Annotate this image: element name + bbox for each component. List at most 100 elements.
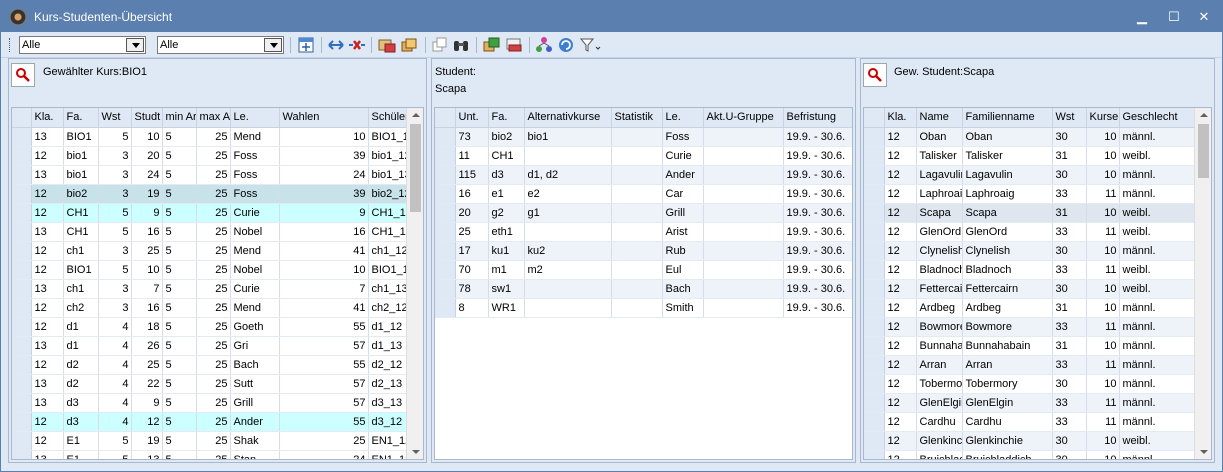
table-cell[interactable]: Bladnoch bbox=[962, 260, 1053, 280]
table-cell[interactable]: männl. bbox=[1119, 450, 1197, 459]
table-cell[interactable]: d3_13 bbox=[368, 393, 408, 413]
table-cell[interactable]: 11 bbox=[1086, 222, 1120, 242]
table-row[interactable]: 115 d3 d1, d2 Ander 19.9. - 30.6. bbox=[435, 165, 852, 185]
table-cell[interactable] bbox=[611, 184, 663, 204]
table-cell[interactable]: d1, d2 bbox=[524, 165, 612, 185]
table-cell[interactable]: Bowmore bbox=[916, 317, 963, 337]
table-cell[interactable]: 9 bbox=[131, 203, 163, 223]
table-cell[interactable]: 5 bbox=[162, 431, 197, 451]
table-cell[interactable]: d3 bbox=[63, 412, 99, 432]
table-cell[interactable]: Fettercairn bbox=[916, 279, 963, 299]
table-cell[interactable]: 12 bbox=[884, 165, 917, 185]
table-row[interactable]: 12GlenElginGlenElgin3311männl. bbox=[864, 393, 1197, 413]
table-cell[interactable]: 33 bbox=[1052, 222, 1087, 242]
table-cell[interactable]: Grill bbox=[662, 203, 704, 223]
table-cell[interactable]: 31 bbox=[1052, 203, 1087, 223]
table-cell[interactable]: 19 bbox=[131, 184, 163, 204]
table-cell[interactable]: Tobermory bbox=[916, 374, 963, 394]
table-cell[interactable]: CH1 bbox=[63, 222, 99, 242]
table-row[interactable]: 12 Bladnoch Bladnoch 33 11 weibl. bbox=[864, 260, 1197, 280]
table-cell[interactable] bbox=[611, 241, 663, 261]
table-cell[interactable]: Ardbeg bbox=[962, 298, 1053, 318]
table-cell[interactable]: 25 bbox=[196, 203, 231, 223]
table-cell[interactable]: 12 bbox=[884, 298, 917, 318]
table-cell[interactable]: sw1 bbox=[488, 279, 525, 299]
table-cell[interactable]: 78 bbox=[455, 279, 489, 299]
table-cell[interactable]: 39 bbox=[279, 184, 369, 204]
table-cell[interactable]: 10 bbox=[1086, 203, 1120, 223]
table-cell[interactable]: 13 bbox=[31, 222, 64, 242]
table-cell[interactable]: 5 bbox=[162, 184, 197, 204]
close-button[interactable]: ✕ bbox=[1190, 6, 1218, 28]
table-cell[interactable]: ch1_13_1 bbox=[368, 279, 408, 299]
table-cell[interactable]: 33 bbox=[1052, 355, 1087, 375]
table-cell[interactable]: 11 bbox=[455, 146, 489, 166]
vertical-scrollbar[interactable] bbox=[406, 108, 423, 459]
table-cell[interactable]: Gri bbox=[230, 336, 280, 356]
table-cell[interactable]: E1 bbox=[63, 431, 99, 451]
table-cell[interactable]: 19.9. - 30.6. bbox=[783, 241, 852, 261]
table-cell[interactable]: BIO1_13 bbox=[368, 127, 408, 147]
table-cell[interactable]: 25 bbox=[196, 374, 231, 394]
table-cell[interactable]: Bladnoch bbox=[916, 260, 963, 280]
row-selector[interactable] bbox=[12, 431, 32, 451]
table-cell[interactable]: 18 bbox=[131, 317, 163, 337]
table-cell[interactable]: CH1 bbox=[488, 146, 525, 166]
table-cell[interactable]: 13 bbox=[31, 374, 64, 394]
table-cell[interactable]: 4 bbox=[98, 412, 132, 432]
table-cell[interactable]: g1 bbox=[524, 203, 612, 223]
table-cell[interactable]: 25 bbox=[196, 298, 231, 318]
table-cell[interactable]: 57 bbox=[279, 393, 369, 413]
table-cell[interactable]: 4 bbox=[98, 317, 132, 337]
row-selector[interactable] bbox=[12, 241, 32, 261]
table-cell[interactable]: 10 bbox=[1086, 127, 1120, 147]
table-row[interactable]: 12BIO1510525Nobel10BIO1_12 bbox=[12, 260, 408, 280]
table-cell[interactable]: 12 bbox=[884, 317, 917, 337]
row-selector[interactable] bbox=[864, 222, 885, 242]
table-cell[interactable]: 3 bbox=[98, 184, 132, 204]
table-cell[interactable]: 13 bbox=[131, 450, 163, 459]
row-selector[interactable] bbox=[12, 336, 32, 356]
table-row[interactable]: 12 E1 5 19 5 25 Shak 25 EN1_12 bbox=[12, 431, 408, 451]
column-header[interactable]: Wst bbox=[98, 108, 132, 128]
table-cell[interactable] bbox=[611, 165, 663, 185]
table-cell[interactable]: 5 bbox=[162, 393, 197, 413]
row-selector-header[interactable] bbox=[435, 108, 456, 128]
table-cell[interactable]: Talisker bbox=[916, 146, 963, 166]
column-header[interactable]: Befristung bbox=[783, 108, 852, 128]
swap-icon[interactable] bbox=[327, 36, 345, 54]
chevron-down-icon[interactable] bbox=[264, 38, 282, 52]
table-cell[interactable]: 55 bbox=[279, 412, 369, 432]
table-cell[interactable]: CH1 bbox=[63, 203, 99, 223]
table-cell[interactable]: 26 bbox=[131, 336, 163, 356]
tree-icon[interactable] bbox=[535, 36, 553, 54]
table-cell[interactable]: 57 bbox=[279, 336, 369, 356]
table-cell[interactable]: Glenkinchie bbox=[962, 431, 1053, 451]
row-selector[interactable] bbox=[864, 241, 885, 261]
table-row[interactable]: 12 bio2 3 19 5 25 Foss 39 bio2_12 bbox=[12, 184, 408, 204]
table-cell[interactable]: ch1 bbox=[63, 279, 99, 299]
table-cell[interactable]: 12 bbox=[31, 355, 64, 375]
table-cell[interactable]: 55 bbox=[279, 317, 369, 337]
table-cell[interactable]: Foss bbox=[662, 127, 704, 147]
table-row[interactable]: 20 g2 g1 Grill 19.9. - 30.6. bbox=[435, 203, 852, 223]
table-cell[interactable]: 11 bbox=[1086, 355, 1120, 375]
table-cell[interactable]: Ander bbox=[230, 412, 280, 432]
row-selector[interactable] bbox=[864, 355, 885, 375]
table-cell[interactable]: 24 bbox=[279, 450, 369, 459]
column-header[interactable]: Statistik bbox=[611, 108, 663, 128]
table-row[interactable]: 12 d3 4 12 5 25 Ander 55 d3_12 bbox=[12, 412, 408, 432]
refresh-icon[interactable] bbox=[557, 36, 575, 54]
table-cell[interactable]: männl. bbox=[1119, 241, 1197, 261]
table-row[interactable]: 13 d1 4 26 5 25 Gri 57 d1_13 bbox=[12, 336, 408, 356]
table-cell[interactable]: Bunnahabain bbox=[962, 336, 1053, 356]
scroll-down-icon[interactable] bbox=[407, 445, 423, 459]
table-row[interactable]: 13bio1324525Foss24bio1_13_1 bbox=[12, 165, 408, 185]
column-header[interactable]: Wst bbox=[1052, 108, 1087, 128]
table-cell[interactable]: Cardhu bbox=[916, 412, 963, 432]
row-selector[interactable] bbox=[435, 165, 456, 185]
table-cell[interactable]: d1 bbox=[63, 317, 99, 337]
table-cell[interactable]: Bach bbox=[230, 355, 280, 375]
table-cell[interactable]: 11 bbox=[1086, 412, 1120, 432]
table-cell[interactable]: 10 bbox=[131, 127, 163, 147]
